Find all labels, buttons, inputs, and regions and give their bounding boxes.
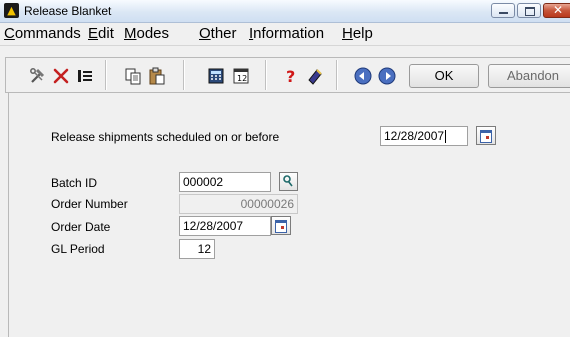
globe-back-icon[interactable]: [353, 66, 373, 86]
order-date-label: Order Date: [51, 220, 111, 234]
menu-modes-mnemonic: M: [124, 25, 137, 42]
menu-modes-rest: odes: [136, 25, 170, 42]
gl-period-field[interactable]: 12: [179, 239, 215, 259]
calendar-icon: [486, 136, 489, 139]
menu-edit-mnemonic: E: [88, 25, 99, 42]
globe-forward-icon[interactable]: [377, 66, 397, 86]
menu-edit[interactable]: Edit: [88, 25, 114, 42]
batch-lookup-button[interactable]: [279, 172, 298, 191]
wrench-hammer-icon[interactable]: [28, 66, 48, 86]
release-date-label: Release shipments scheduled on or before: [51, 130, 280, 144]
menu-help-mnemonic: H: [342, 25, 353, 42]
menu-bar: Commands Edit Modes Other Information He…: [0, 23, 570, 46]
menu-information[interactable]: Information: [249, 25, 324, 42]
menu-other-rest: ther: [210, 25, 237, 42]
list-view-icon[interactable]: [75, 66, 95, 86]
delete-x-icon[interactable]: [51, 66, 71, 86]
release-date-field[interactable]: 12/28/2007: [380, 126, 468, 146]
text-caret: [445, 130, 447, 144]
menu-help-rest: elp: [352, 25, 373, 42]
menu-commands-mnemonic: C: [4, 25, 15, 42]
menu-commands-rest: ommands: [14, 25, 81, 42]
order-date-calendar-button[interactable]: [271, 216, 291, 235]
title-bar[interactable]: ▲ Release Blanket ✕: [0, 0, 570, 23]
menu-other-mnemonic: O: [199, 25, 211, 42]
svg-text:12: 12: [237, 74, 247, 83]
gl-period-label: GL Period: [51, 242, 105, 256]
release-date-value: 12/28/2007: [384, 129, 445, 143]
toolbar-separator: [183, 60, 185, 90]
order-number-label: Order Number: [51, 197, 128, 211]
menu-edit-rest: dit: [98, 25, 114, 42]
order-date-field[interactable]: 12/28/2007: [179, 216, 271, 236]
menu-help[interactable]: Help: [342, 25, 373, 42]
batch-id-field[interactable]: 000002: [179, 172, 271, 192]
key-icon: [283, 175, 293, 187]
release-blanket-window: ▲ Release Blanket ✕ Commands Edit Modes …: [0, 0, 570, 337]
toolbar: 12 ? OK Abandon: [5, 57, 570, 93]
close-button[interactable]: ✕: [543, 3, 570, 18]
toolbar-separator: [336, 60, 338, 90]
toolbar-separator: [265, 60, 267, 90]
maximize-icon: [525, 7, 535, 16]
menu-information-rest: nformation: [253, 25, 325, 42]
svg-text:?: ?: [286, 67, 295, 86]
menu-commands[interactable]: Commands: [4, 25, 81, 42]
toolbar-separator: [105, 60, 107, 90]
batch-id-label: Batch ID: [51, 176, 98, 190]
order-number-field: 00000026: [179, 194, 298, 214]
release-form: Release shipments scheduled on or before…: [8, 93, 570, 337]
close-icon: ✕: [553, 3, 564, 17]
app-logo-icon: ▲: [4, 3, 19, 18]
calendar-icon: [281, 226, 284, 229]
menu-other[interactable]: Other: [199, 25, 237, 42]
maximize-button[interactable]: [517, 3, 541, 18]
help-question-icon[interactable]: ?: [281, 66, 301, 86]
minimize-icon: [499, 12, 508, 14]
copy-icon[interactable]: [123, 66, 143, 86]
release-date-calendar-button[interactable]: [476, 126, 496, 145]
window-title: Release Blanket: [24, 4, 112, 18]
paste-icon[interactable]: [147, 66, 167, 86]
notes-pencil-icon[interactable]: [305, 66, 325, 86]
calendar-icon[interactable]: 12: [231, 66, 251, 86]
abandon-button[interactable]: Abandon: [488, 64, 570, 88]
menu-modes[interactable]: Modes: [124, 25, 169, 42]
minimize-button[interactable]: [491, 3, 515, 18]
ok-button[interactable]: OK: [409, 64, 479, 88]
calculator-icon[interactable]: [206, 66, 226, 86]
